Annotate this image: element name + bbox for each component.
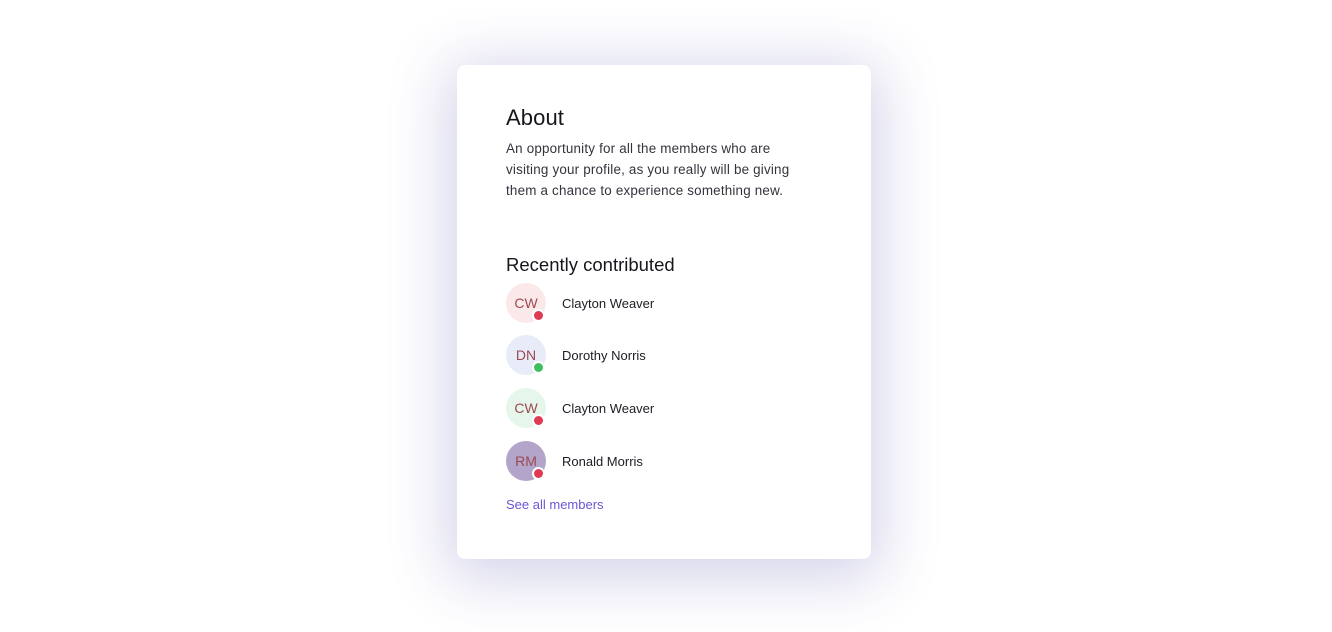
avatar-initials: CW — [514, 400, 538, 416]
status-indicator — [532, 414, 545, 427]
member-item[interactable]: CW Clayton Weaver — [506, 283, 806, 323]
avatar: RM — [506, 441, 546, 481]
member-item[interactable]: DN Dorothy Norris — [506, 335, 806, 375]
avatar-initials: RM — [515, 453, 537, 469]
about-card: About An opportunity for all the members… — [457, 65, 871, 559]
avatar: CW — [506, 283, 546, 323]
about-description: An opportunity for all the members who a… — [506, 141, 790, 198]
status-indicator — [532, 467, 545, 480]
status-indicator — [532, 309, 545, 322]
status-indicator — [532, 361, 545, 374]
avatar-initials: CW — [514, 295, 538, 311]
see-all-members-link[interactable]: See all members — [506, 497, 604, 512]
member-name: Dorothy Norris — [562, 347, 646, 363]
avatar-initials: DN — [515, 347, 537, 363]
avatar: CW — [506, 388, 546, 428]
member-name: Clayton Weaver — [562, 400, 655, 416]
member-name: Ronald Morris — [562, 453, 643, 469]
recently-contributed-title: Recently contributed — [506, 254, 675, 275]
member-name: Clayton Weaver — [562, 295, 655, 311]
avatar: DN — [506, 335, 546, 375]
member-item[interactable]: RM Ronald Morris — [506, 441, 806, 481]
member-item[interactable]: CW Clayton Weaver — [506, 388, 806, 428]
about-title: About — [506, 105, 564, 130]
